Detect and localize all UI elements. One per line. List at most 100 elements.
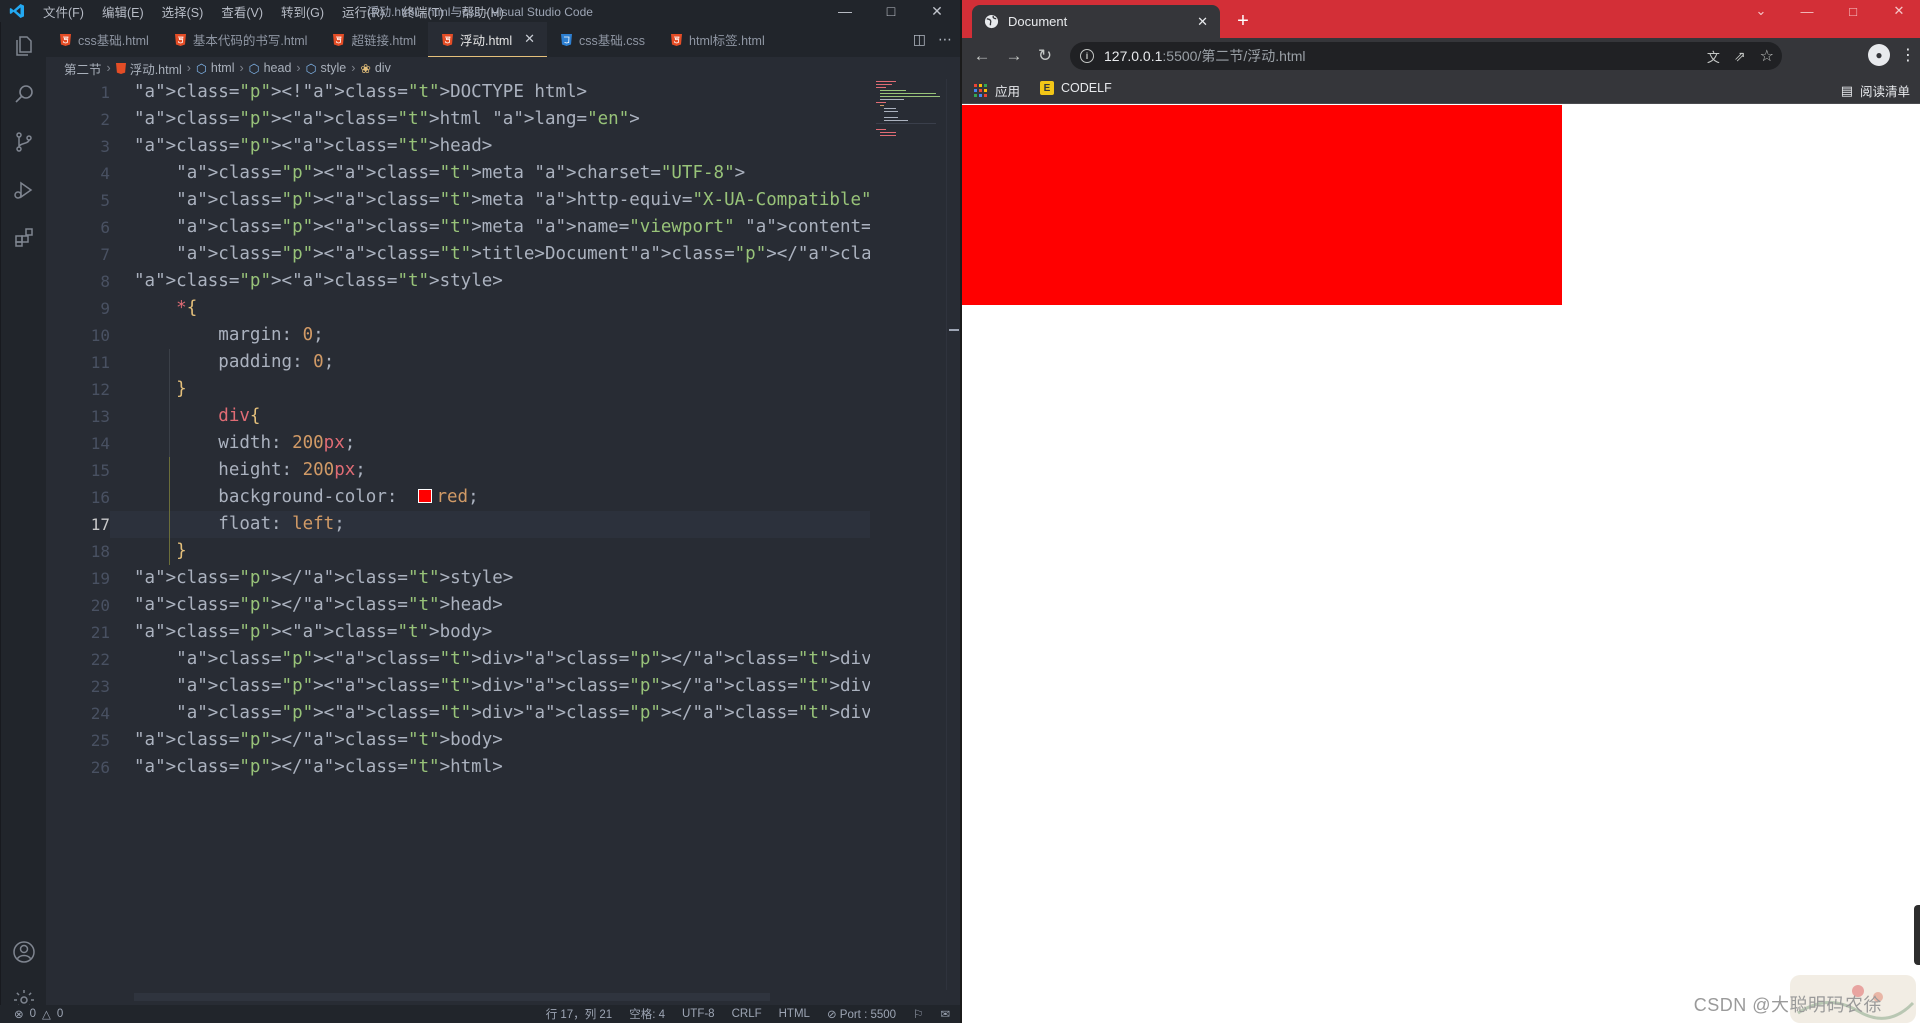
code-line[interactable]: "a">class="p"><"a">class="t">meta "a">na… <box>134 214 870 241</box>
browser-tab-document[interactable]: Document ✕ <box>972 5 1220 38</box>
address-bar[interactable]: i 127.0.0.1:5500/第二节/浮动.html 文 ⇗ ☆ <box>1070 42 1782 70</box>
extensions-icon[interactable] <box>1 214 47 262</box>
tab-label: 基本代码的书写.html <box>192 34 308 48</box>
code-line[interactable]: } <box>134 376 187 403</box>
code-line[interactable]: "a">class="p"><"a">class="t">body> <box>134 619 492 646</box>
code-line[interactable]: background-color: red; <box>134 484 478 511</box>
code-line[interactable]: "a">class="p"><"a">class="t">style> <box>134 268 503 295</box>
code-line[interactable]: float: left; <box>134 511 344 538</box>
code-line[interactable]: width: 200px; <box>134 430 355 457</box>
code-line[interactable]: padding: 0; <box>134 349 334 376</box>
back-arrow-icon[interactable]: ← <box>970 44 994 68</box>
cursor-position[interactable]: 行 17，列 21 <box>546 1006 612 1022</box>
breadcrumb-style[interactable]: style <box>321 61 347 75</box>
editor-horizontal-scrollbar[interactable] <box>134 993 770 1001</box>
editor-vertical-scrollbar[interactable] <box>946 79 960 990</box>
code-line[interactable]: } <box>134 538 187 565</box>
tab-html-tags-html[interactable]: html标签.html <box>657 22 777 57</box>
explorer-icon[interactable] <box>1 22 47 70</box>
site-info-icon[interactable]: i <box>1080 49 1094 63</box>
bookmark-apps[interactable]: 应用 <box>974 81 1020 100</box>
code-area[interactable]: "a">class="p"><!"a">class="t">DOCTYPE ht… <box>134 79 870 990</box>
code-line[interactable]: "a">class="p"><"a">class="t">div>"a">cla… <box>134 673 870 700</box>
code-line[interactable]: "a">class="p"><"a">class="t">meta "a">ch… <box>134 160 745 187</box>
code-line[interactable]: "a">class="p"></"a">class="t">head> <box>134 592 503 619</box>
breadcrumb-html[interactable]: html <box>211 61 235 75</box>
tab-css-basics-css[interactable]: css基础.css <box>547 22 657 57</box>
code-line[interactable]: "a">class="p"><"a">class="t">div>"a">cla… <box>134 700 870 727</box>
code-line[interactable]: div{ <box>134 403 260 430</box>
tab-basic-code-html[interactable]: 基本代码的书写.html <box>161 22 320 57</box>
more-actions-icon[interactable]: ⋯ <box>938 31 952 48</box>
breadcrumb-head[interactable]: head <box>264 61 292 75</box>
menu-file[interactable]: 文件(F) <box>34 2 93 21</box>
tab-hyperlink-html[interactable]: 超链接.html <box>319 22 428 57</box>
search-icon[interactable] <box>1 70 47 118</box>
bookmark-codelf[interactable]: E CODELF <box>1040 81 1112 95</box>
menu-edit[interactable]: 编辑(E) <box>93 2 153 21</box>
error-count[interactable]: 0 <box>30 1008 36 1020</box>
close-icon[interactable]: ✕ <box>914 0 960 22</box>
code-line[interactable]: "a">class="p"><!"a">class="t">DOCTYPE ht… <box>134 79 587 106</box>
menu-go[interactable]: 转到(G) <box>272 2 333 21</box>
menu-view[interactable]: 查看(V) <box>212 2 272 21</box>
tab-close-icon[interactable]: ✕ <box>1197 14 1208 30</box>
bookmark-star-icon[interactable]: ☆ <box>1760 46 1774 66</box>
tab-css-basics-html[interactable]: css基础.html <box>46 22 161 57</box>
forward-arrow-icon[interactable]: → <box>1002 44 1026 68</box>
menu-help[interactable]: 帮助(H) <box>452 2 512 21</box>
new-tab-plus-icon[interactable]: + <box>1230 8 1256 34</box>
feedback-icon[interactable]: ⚐ <box>913 1007 923 1021</box>
share-icon[interactable]: ⇗ <box>1734 48 1746 65</box>
code-editor[interactable]: 1 2 3 4 5 6 7 8 9 10 11 12 13 14 15 16 17 18 19 20 21 22 23 24 2… <box>46 79 960 990</box>
code-line[interactable]: "a">class="p"><"a">class="t">html "a">la… <box>134 106 640 133</box>
code-line[interactable]: "a">class="p"></"a">class="t">body> <box>134 727 503 754</box>
code-line[interactable]: *{ <box>134 295 197 322</box>
code-line[interactable]: "a">class="p"><"a">class="t">div>"a">cla… <box>134 646 870 673</box>
minimap[interactable] <box>876 79 946 139</box>
account-icon[interactable] <box>1 928 47 976</box>
chrome-menu-icon[interactable]: ⋮ <box>1900 45 1916 65</box>
breadcrumb-div[interactable]: div <box>375 61 391 75</box>
side-panel-handle[interactable] <box>1914 905 1920 965</box>
menu-terminal[interactable]: 终端(T) <box>393 2 452 21</box>
minimize-icon[interactable]: — <box>1784 0 1830 22</box>
menu-run[interactable]: 运行(R) <box>333 2 393 21</box>
code-line[interactable]: "a">class="p"><"a">class="t">meta "a">ht… <box>134 187 870 214</box>
notifications-bell-icon[interactable]: ✉ <box>940 1007 950 1021</box>
code-line[interactable]: "a">class="p"></"a">class="t">html> <box>134 754 503 781</box>
menu-selection[interactable]: 选择(S) <box>153 2 213 21</box>
translate-icon[interactable]: 文 <box>1707 47 1720 66</box>
code-line[interactable]: height: 200px; <box>134 457 366 484</box>
line-number: 1 <box>100 83 110 102</box>
color-swatch-icon[interactable] <box>418 489 433 503</box>
source-control-icon[interactable] <box>1 118 47 166</box>
indentation[interactable]: 空格: 4 <box>629 1006 665 1022</box>
maximize-icon[interactable]: □ <box>868 0 914 22</box>
split-editor-icon[interactable]: ◫ <box>913 31 926 48</box>
code-line[interactable]: "a">class="p"></"a">class="t">style> <box>134 565 513 592</box>
tab-label: html标签.html <box>689 34 765 48</box>
breadcrumb-folder[interactable]: 第二节 <box>64 59 102 78</box>
tab-close-icon[interactable]: ✕ <box>524 31 535 47</box>
minimize-icon[interactable]: — <box>822 0 868 22</box>
close-icon[interactable]: ✕ <box>1876 0 1920 22</box>
tab-float-html[interactable]: 浮动.html ✕ <box>428 22 548 57</box>
code-line[interactable]: margin: 0; <box>134 322 323 349</box>
profile-avatar-icon[interactable]: ● <box>1868 44 1890 66</box>
end-of-line[interactable]: CRLF <box>732 1008 762 1020</box>
reload-icon[interactable]: ↻ <box>1033 44 1057 68</box>
tab-search-chevron-icon[interactable]: ⌄ <box>1738 0 1784 22</box>
element-cube-icon: ⬡ <box>248 61 260 76</box>
code-line[interactable]: "a">class="p"><"a">class="t">title>Docum… <box>134 241 870 268</box>
breadcrumb-file[interactable]: 浮动.html <box>130 59 182 78</box>
live-server-port[interactable]: ⊘ Port : 5500 <box>827 1007 896 1021</box>
run-debug-icon[interactable] <box>1 166 47 214</box>
reading-list-button[interactable]: ▤ 阅读清单 <box>1841 81 1910 100</box>
warning-count[interactable]: 0 <box>57 1008 63 1020</box>
maximize-icon[interactable]: □ <box>1830 0 1876 22</box>
code-line[interactable]: "a">class="p"><"a">class="t">head> <box>134 133 492 160</box>
encoding[interactable]: UTF-8 <box>682 1008 715 1020</box>
html5-file-icon <box>671 34 683 46</box>
language-mode[interactable]: HTML <box>779 1008 810 1020</box>
